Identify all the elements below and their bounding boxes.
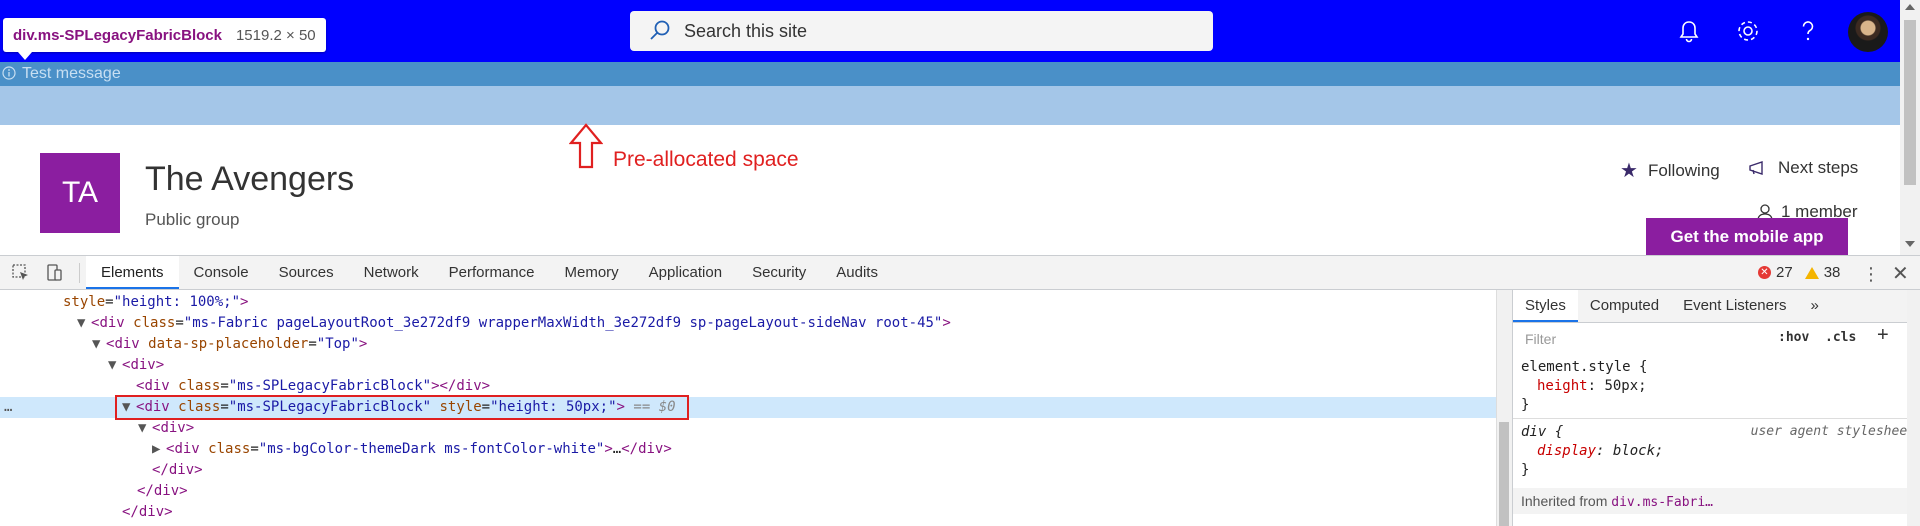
following-button[interactable]: ★ Following xyxy=(1620,158,1720,183)
tab-event-listeners[interactable]: Event Listeners xyxy=(1671,290,1798,322)
warning-count: 38 xyxy=(1823,264,1841,281)
scroll-up-arrow-icon[interactable] xyxy=(1905,4,1915,10)
new-rule-icon[interactable]: + xyxy=(1877,324,1889,347)
dom-line[interactable]: ▼ <div> xyxy=(0,418,1496,439)
hover-state-toggle[interactable]: :hov xyxy=(1778,330,1809,345)
dom-line[interactable]: ▼ <div> xyxy=(0,355,1496,376)
styles-tabs: Styles Computed Event Listeners » xyxy=(1513,290,1920,323)
elements-scrollbar[interactable] xyxy=(1496,290,1512,526)
tab-computed[interactable]: Computed xyxy=(1578,290,1671,322)
dom-line[interactable]: ▼ <div class="ms-Fabric pageLayoutRoot_3e… xyxy=(0,313,1496,334)
site-title[interactable]: The Avengers xyxy=(145,160,354,199)
tab-application[interactable]: Application xyxy=(634,256,737,289)
next-steps-button[interactable]: Next steps xyxy=(1748,158,1858,178)
inherited-selector-link[interactable]: div.ms-Fabri… xyxy=(1611,495,1713,510)
device-toggle-icon[interactable] xyxy=(45,264,63,282)
message-band: Test message xyxy=(0,62,1900,86)
element-inspector-tooltip: div.ms-SPLegacyFabricBlock 1519.2 × 50 xyxy=(3,18,326,52)
scroll-down-arrow-icon[interactable] xyxy=(1905,241,1915,247)
style-declaration[interactable]: height: 50px; xyxy=(1537,378,1647,394)
sharepoint-page: Search this site div.ms-SPLegacyFabricBl… xyxy=(0,0,1920,255)
highlight-box xyxy=(115,395,689,420)
collapse-triangle-icon: ▶ xyxy=(152,441,161,457)
close-icon[interactable]: ✕ xyxy=(1892,261,1909,286)
expand-triangle-icon: ▼ xyxy=(138,420,147,436)
search-icon xyxy=(650,20,670,40)
style-rule-selector: element.style { xyxy=(1521,359,1648,375)
tooltip-arrow xyxy=(18,52,32,60)
page-scrollbar[interactable] xyxy=(1900,0,1920,255)
error-icon: ✕ xyxy=(1758,266,1771,279)
help-icon[interactable] xyxy=(1794,17,1822,45)
arrow-up-icon xyxy=(569,123,603,169)
tab-memory[interactable]: Memory xyxy=(550,256,634,289)
dom-line-ellipsis: … xyxy=(4,399,13,415)
devtools-panel: Elements Console Sources Network Perform… xyxy=(0,255,1920,526)
more-tabs-icon[interactable]: » xyxy=(1798,290,1830,322)
search-box[interactable]: Search this site xyxy=(630,11,1213,51)
bell-icon[interactable] xyxy=(1675,17,1703,45)
tab-styles[interactable]: Styles xyxy=(1513,290,1578,322)
tab-sources[interactable]: Sources xyxy=(264,256,349,289)
styles-pane: Styles Computed Event Listeners » Filter… xyxy=(1512,290,1920,526)
search-placeholder: Search this site xyxy=(684,20,808,41)
style-declaration: display: block; xyxy=(1537,443,1664,459)
tooltip-selector: div.ms-SPLegacyFabricBlock xyxy=(13,26,222,44)
style-rule-close: } xyxy=(1521,397,1530,413)
get-mobile-app-button[interactable]: Get the mobile app xyxy=(1646,218,1848,255)
styles-filter-input[interactable]: Filter xyxy=(1521,328,1770,350)
style-rule-source: user agent stylesheet xyxy=(1750,424,1915,439)
expand-triangle-icon: ▼ xyxy=(77,315,86,331)
expand-triangle-icon: ▼ xyxy=(108,357,117,373)
info-icon xyxy=(2,66,16,80)
devtools-toolbar: Elements Console Sources Network Perform… xyxy=(0,256,1920,290)
gear-icon[interactable] xyxy=(1734,17,1762,45)
following-label: Following xyxy=(1647,160,1720,180)
dom-line[interactable]: </div> xyxy=(0,481,1496,502)
dom-line[interactable]: ▼ <div data-sp-placeholder="Top"> xyxy=(0,334,1496,355)
style-rule-selector: div { xyxy=(1521,424,1564,440)
toolbar-divider xyxy=(79,263,80,283)
page-scrollbar-thumb[interactable] xyxy=(1904,20,1916,185)
warning-icon xyxy=(1804,266,1819,279)
megaphone-icon xyxy=(1749,161,1763,175)
inspect-element-icon[interactable] xyxy=(12,264,30,282)
dom-line[interactable]: <div class="ms-SPLegacyFabricBlock"></di… xyxy=(0,376,1496,397)
rule-divider xyxy=(1513,418,1920,419)
inherited-from-header: Inherited from div.ms-Fabri… xyxy=(1513,488,1920,514)
devtools-tabs: Elements Console Sources Network Perform… xyxy=(86,256,893,289)
issue-counts[interactable]: ✕ 27 38 xyxy=(1758,264,1840,281)
preallocated-space-label: Pre-allocated space xyxy=(613,148,799,171)
tooltip-size: 1519.2 × 50 xyxy=(235,26,316,44)
elements-scrollbar-thumb[interactable] xyxy=(1499,422,1509,526)
tab-audits[interactable]: Audits xyxy=(821,256,893,289)
dom-line[interactable]: </div> xyxy=(0,502,1496,523)
class-toggle[interactable]: .cls xyxy=(1825,330,1856,345)
user-avatar[interactable] xyxy=(1848,12,1888,52)
dom-line[interactable]: </div> xyxy=(0,460,1496,481)
dom-line[interactable]: ▶ <div class="ms-bgColor-themeDark ms-fon… xyxy=(0,439,1496,460)
error-count: 27 xyxy=(1776,264,1793,281)
tab-network[interactable]: Network xyxy=(349,256,434,289)
tab-performance[interactable]: Performance xyxy=(434,256,550,289)
star-icon: ★ xyxy=(1620,160,1638,182)
site-logo-tile: TA xyxy=(40,153,120,233)
tab-elements[interactable]: Elements xyxy=(86,256,179,289)
preallocated-space xyxy=(0,86,1900,125)
style-rule-close: } xyxy=(1521,462,1530,478)
next-steps-label: Next steps xyxy=(1778,158,1859,177)
tab-security[interactable]: Security xyxy=(737,256,821,289)
more-options-icon[interactable]: ⋮ xyxy=(1862,264,1880,285)
expand-triangle-icon: ▼ xyxy=(92,336,101,352)
tab-console[interactable]: Console xyxy=(179,256,264,289)
site-subtitle: Public group xyxy=(145,210,240,229)
message-text: Test message xyxy=(22,65,121,82)
dom-line[interactable]: style="height: 100%;"> xyxy=(0,292,1496,313)
styles-scrollbar[interactable] xyxy=(1907,290,1920,526)
